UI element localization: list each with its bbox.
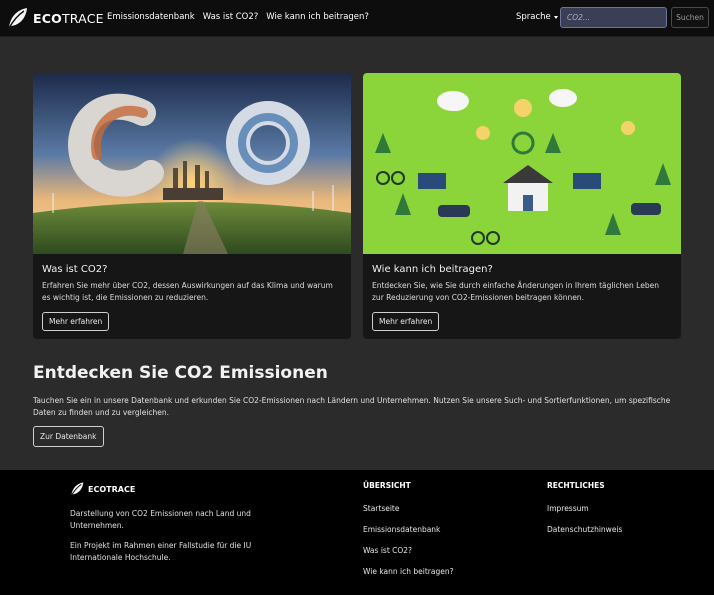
brand-name: ECOTRACE	[33, 10, 104, 26]
footer-legal-column: RECHTLICHES Impressum Datenschutzhinweis	[547, 481, 622, 546]
footer-link-was-ist-co2[interactable]: Was ist CO2?	[363, 546, 454, 555]
footer-link-datenschutzhinweis[interactable]: Datenschutzhinweis	[547, 525, 622, 534]
navbar: ECOTRACE Emissionsdatenbank Was ist CO2?…	[0, 0, 714, 37]
footer-overview-heading: ÜBERSICHT	[363, 481, 411, 490]
footer-overview-column: ÜBERSICHT Startseite Emissionsdatenbank …	[363, 481, 454, 588]
discover-title: Entdecken Sie CO2 Emissionen	[33, 363, 328, 383]
footer-link-emissionsdatenbank[interactable]: Emissionsdatenbank	[363, 525, 454, 534]
footer-link-startseite[interactable]: Startseite	[363, 504, 454, 513]
leaf-icon	[8, 8, 27, 29]
brand-logo-link[interactable]: ECOTRACE	[7, 6, 104, 30]
card-title: Wie kann ich beitragen?	[372, 264, 493, 275]
card-body: Was ist CO2? Erfahren Sie mehr über CO2,…	[33, 254, 351, 331]
footer-link-impressum[interactable]: Impressum	[547, 504, 622, 513]
search-button[interactable]: Suchen	[671, 7, 709, 28]
discover-text: Tauchen Sie ein in unsere Datenbank und …	[33, 396, 671, 417]
language-dropdown[interactable]: Sprache	[516, 12, 558, 22]
nav-link-emissionsdatenbank[interactable]: Emissionsdatenbank	[107, 12, 195, 22]
leaf-icon	[70, 482, 84, 496]
card-text: Entdecken Sie, wie Sie durch einfache Än…	[372, 281, 659, 302]
footer-link-wie-kann-ich-beitragen[interactable]: Wie kann ich beitragen?	[363, 567, 454, 576]
card-text: Erfahren Sie mehr über CO2, dessen Auswi…	[42, 281, 333, 302]
footer-project-note: Ein Projekt im Rahmen einer Fallstudie f…	[70, 541, 252, 562]
mehr-erfahren-button[interactable]: Mehr erfahren	[42, 312, 110, 331]
mehr-erfahren-button[interactable]: Mehr erfahren	[372, 312, 440, 331]
caret-down-icon	[553, 15, 558, 19]
card-wie-kann-ich-beitragen: Wie kann ich beitragen? Entdecken Sie, w…	[363, 73, 681, 339]
search-input[interactable]	[560, 7, 667, 28]
zur-datenbank-button[interactable]: Zur Datenbank	[33, 426, 104, 447]
footer-description: Darstellung von CO2 Emissionen nach Land…	[70, 509, 251, 530]
footer-legal-heading: RECHTLICHES	[547, 481, 605, 490]
nav-links: Emissionsdatenbank Was ist CO2? Wie kann…	[107, 12, 377, 22]
footer-brand: ECOTRACE	[70, 481, 135, 497]
eco-icons-collage-image	[363, 73, 681, 254]
nav-link-wie-kann-ich-beitragen[interactable]: Wie kann ich beitragen?	[266, 12, 369, 22]
language-label: Sprache	[516, 12, 551, 22]
card-was-ist-co2: Was ist CO2? Erfahren Sie mehr über CO2,…	[33, 73, 351, 339]
card-title: Was ist CO2?	[42, 264, 108, 275]
card-body: Wie kann ich beitragen? Entdecken Sie, w…	[363, 254, 681, 331]
co2-smoke-landscape-image	[33, 73, 351, 254]
footer-brand-name: ECOTRACE	[88, 484, 136, 494]
nav-link-was-ist-co2[interactable]: Was ist CO2?	[203, 12, 259, 22]
footer: ECOTRACE Darstellung von CO2 Emissionen …	[0, 470, 714, 595]
